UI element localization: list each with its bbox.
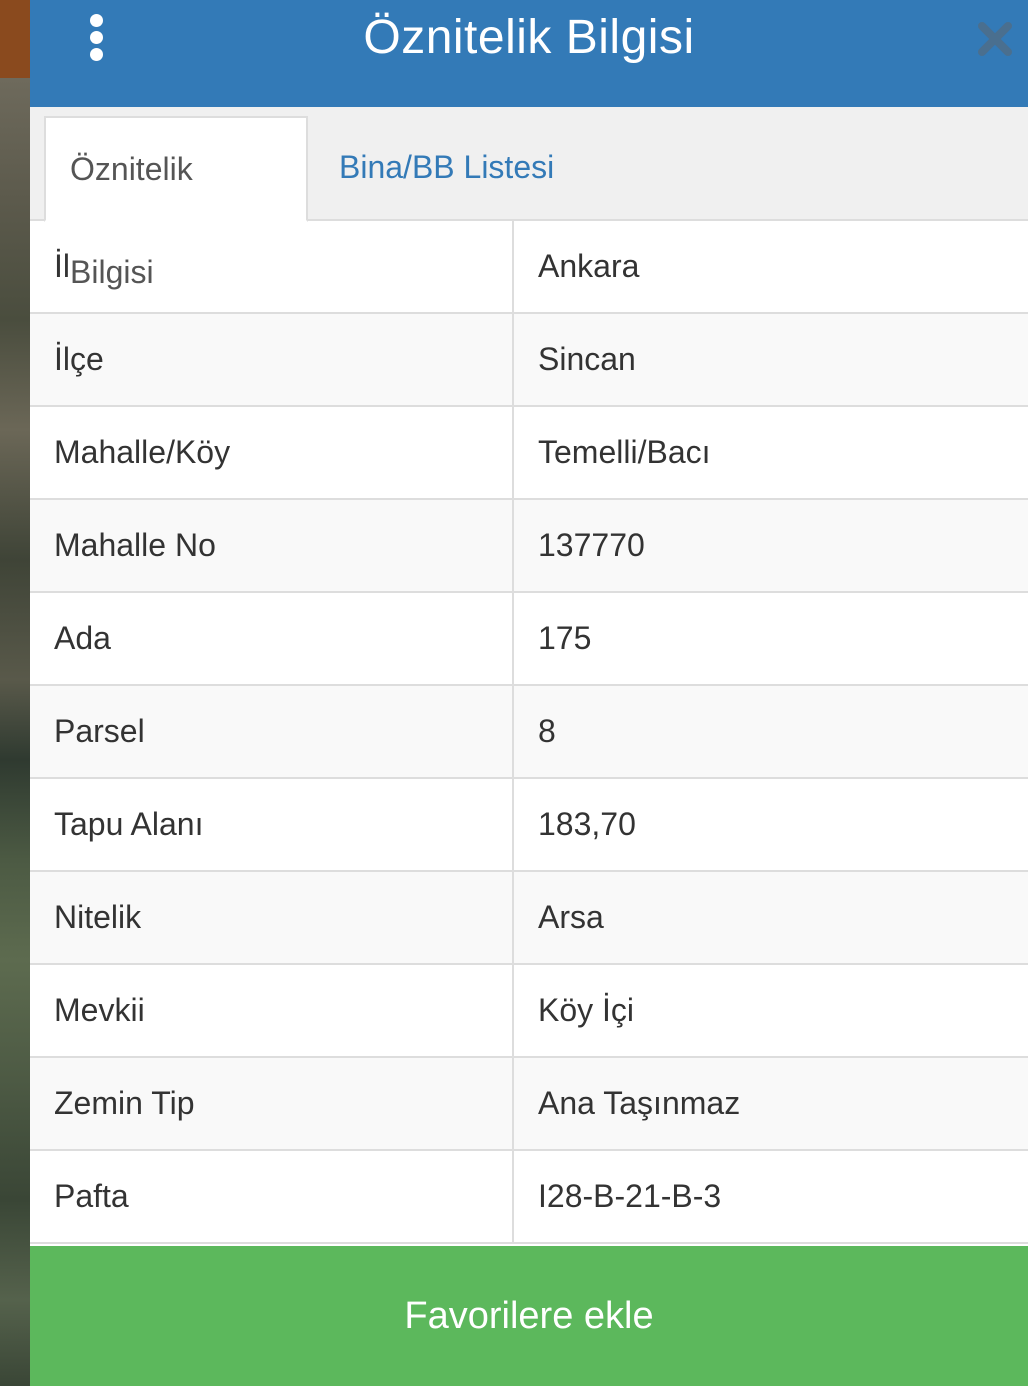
add-to-favorites-button[interactable]: Favorilere ekle [30, 1246, 1028, 1386]
row-label: Pafta [30, 1151, 514, 1242]
row-value: 8 [538, 713, 556, 749]
table-row: Mevkii Köy İçi [30, 965, 1028, 1058]
row-value: Sincan [538, 341, 636, 377]
attribute-info-panel: Öznitelik Bilgisi Öznitelik Bilgisi Bina… [30, 0, 1028, 1386]
tab-attribute-info[interactable]: Öznitelik Bilgisi [44, 116, 308, 290]
row-value: Ankara [538, 248, 640, 284]
table-row: Zemin Tip Ana Taşınmaz [30, 1058, 1028, 1151]
tab-bar: Öznitelik Bilgisi Bina/BB Listesi [30, 107, 1028, 290]
background-map [0, 0, 30, 1386]
row-label: Parsel [30, 686, 514, 777]
table-row: Ada 175 [30, 593, 1028, 686]
table-row: Nitelik Arsa [30, 872, 1028, 965]
row-label: İl [30, 221, 514, 312]
row-label: Mahalle/Köy [30, 407, 514, 498]
tab-building-list[interactable]: Bina/BB Listesi [315, 116, 578, 221]
panel-title: Öznitelik Bilgisi [363, 11, 695, 64]
table-row: İl Ankara [30, 221, 1028, 314]
table-row: Mahalle No 137770 [30, 500, 1028, 593]
row-value: 175 [538, 620, 592, 656]
row-label: İlçe [30, 314, 514, 405]
row-label: Ada [30, 593, 514, 684]
panel-header: Öznitelik Bilgisi [30, 0, 1028, 107]
table-row: Tapu Alanı 183,70 [30, 779, 1028, 872]
row-value: I28-B-21-B-3 [538, 1178, 722, 1214]
row-label: Nitelik [30, 872, 514, 963]
table-row: İlçe Sincan [30, 314, 1028, 407]
table-row: Pafta I28-B-21-B-3 [30, 1151, 1028, 1244]
row-label: Tapu Alanı [30, 779, 514, 870]
row-value: Arsa [538, 899, 604, 935]
row-label: Zemin Tip [30, 1058, 514, 1149]
row-value: 183,70 [538, 806, 636, 842]
table-row: Mahalle/Köy Temelli/Bacı [30, 407, 1028, 500]
attribute-table: İl Ankara İlçe Sincan Mahalle/Köy Temell… [30, 221, 1028, 1244]
row-value: Köy İçi [538, 992, 635, 1028]
row-value: Ana Taşınmaz [538, 1085, 741, 1121]
close-icon[interactable] [976, 20, 1014, 58]
row-label: Mahalle No [30, 500, 514, 591]
row-value: Temelli/Bacı [538, 434, 711, 470]
table-row: Parsel 8 [30, 686, 1028, 779]
row-value: 137770 [538, 527, 645, 563]
row-label: Mevkii [30, 965, 514, 1056]
